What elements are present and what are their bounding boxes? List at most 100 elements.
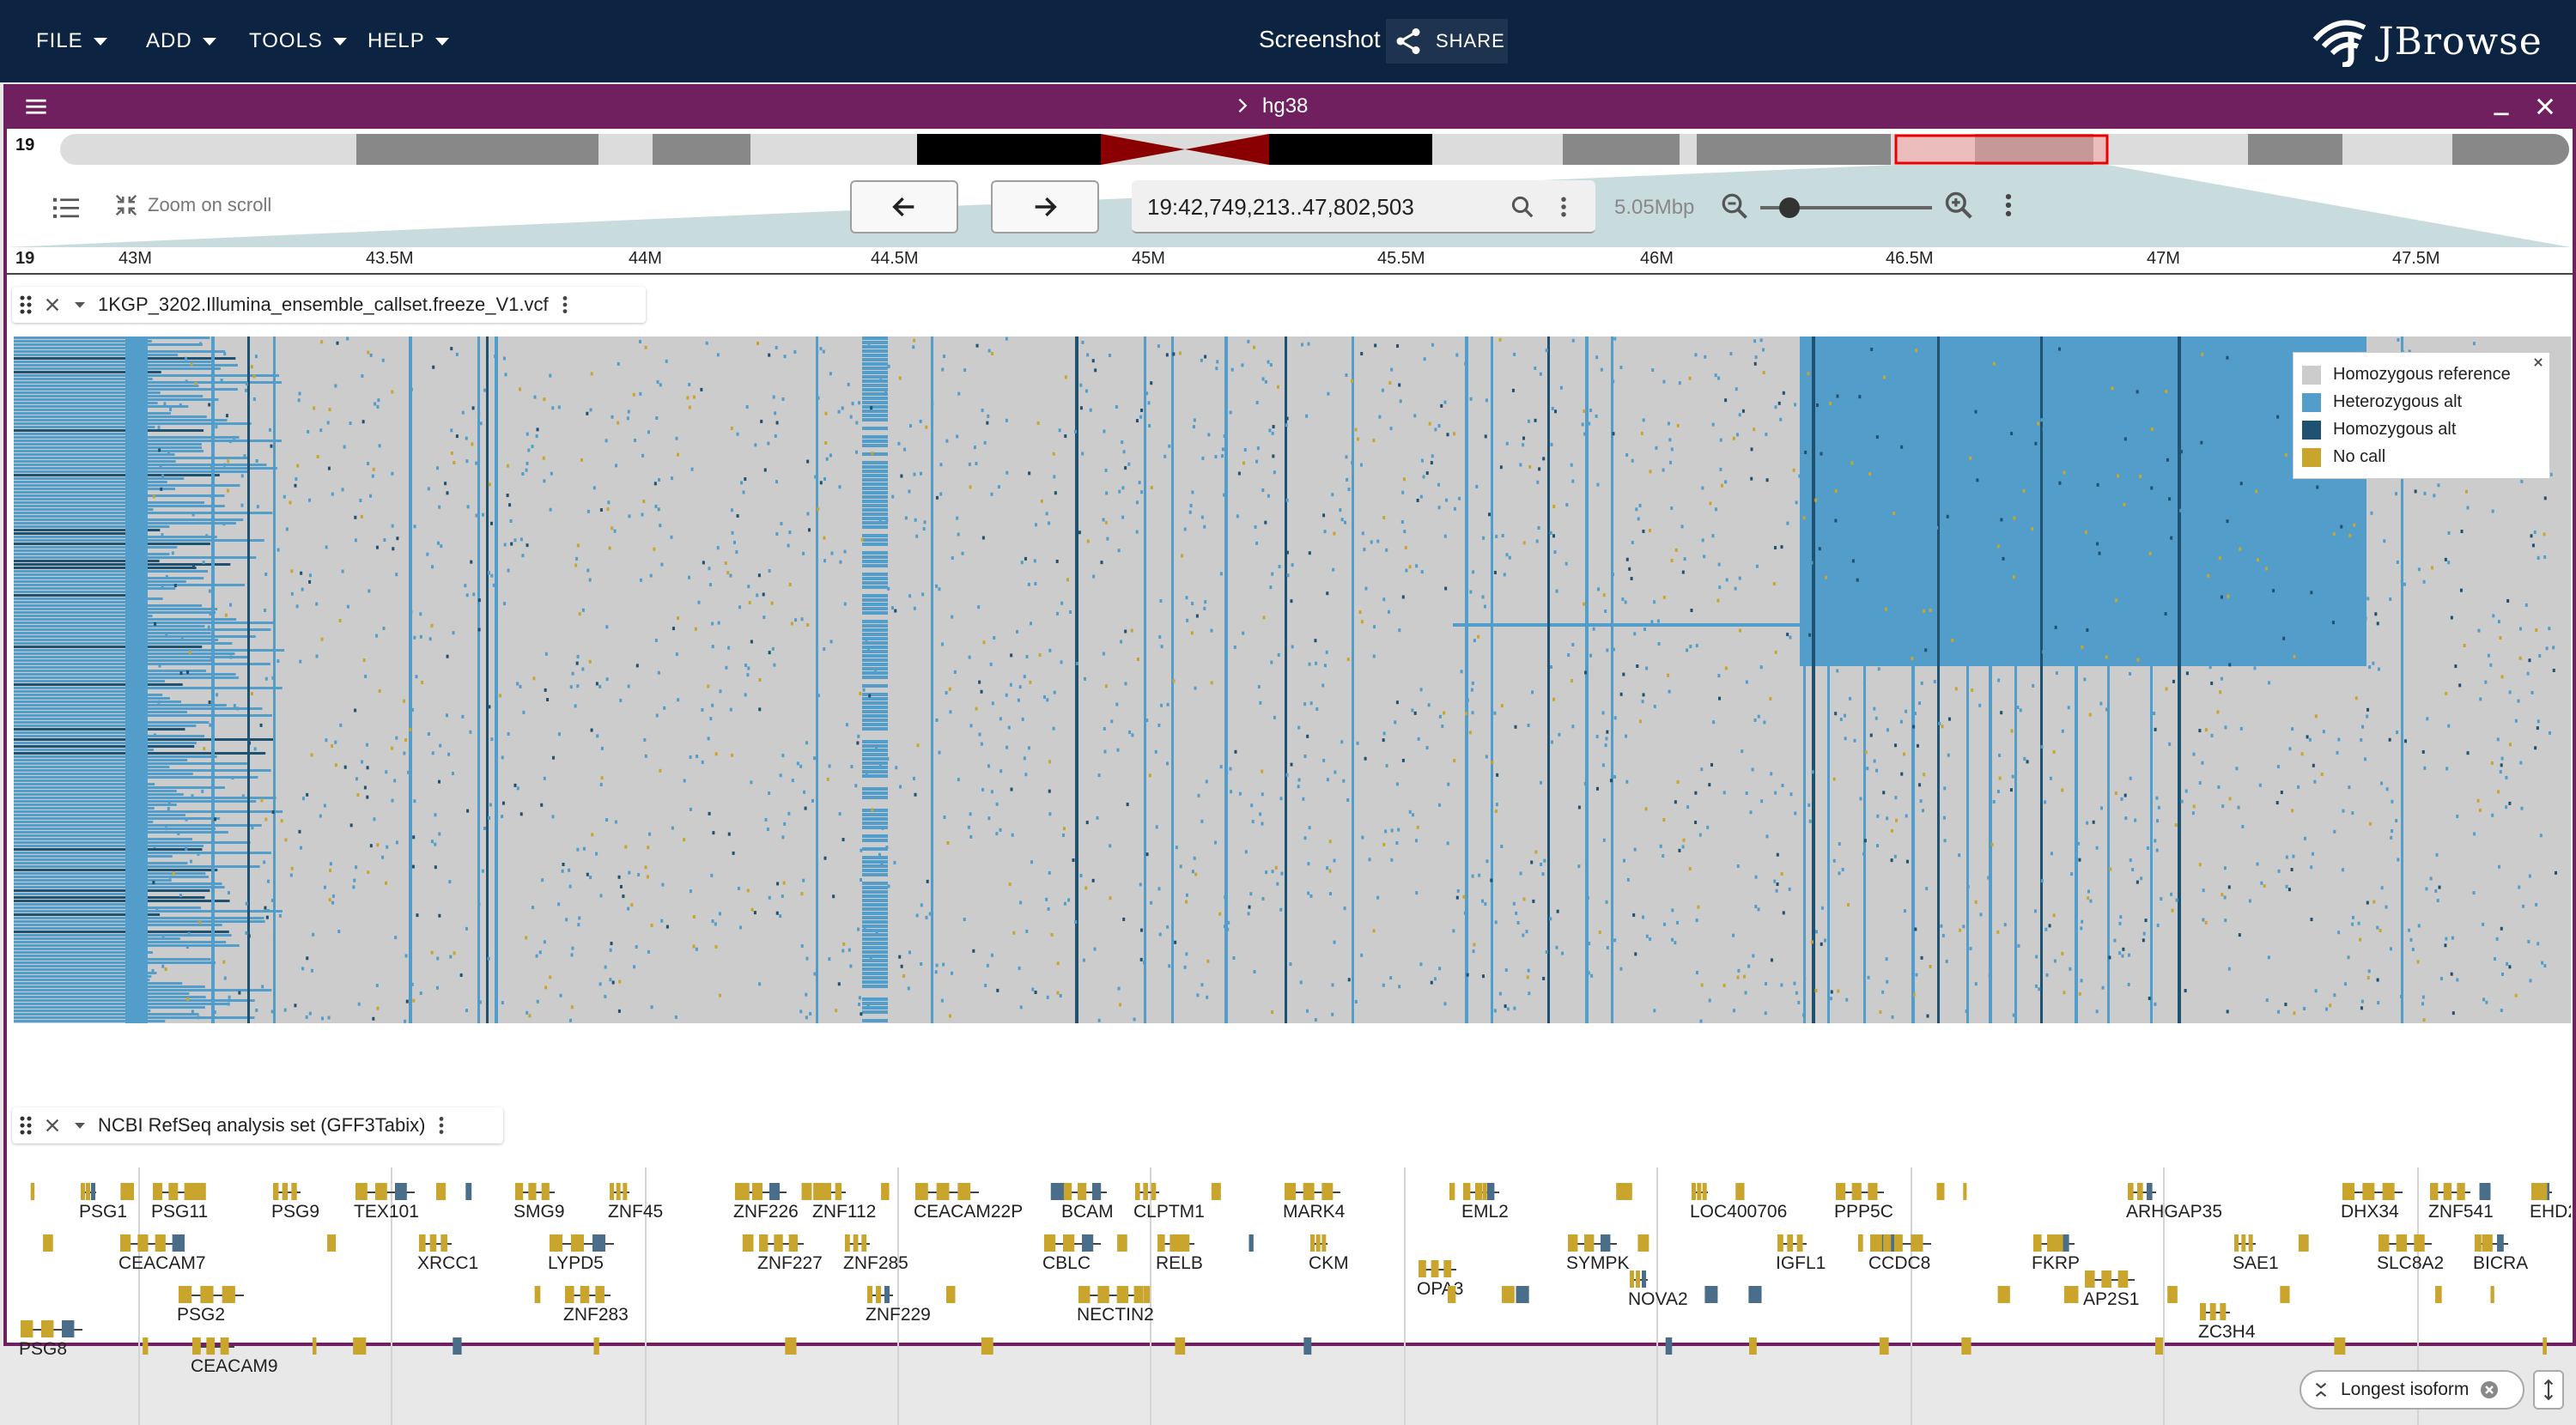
gene-exon[interactable] — [1443, 1260, 1452, 1277]
gene-label[interactable]: SMG9 — [513, 1202, 565, 1222]
search-icon[interactable] — [1510, 194, 1535, 220]
gene-exon[interactable] — [1665, 1337, 1673, 1355]
menu-add[interactable]: ADD — [146, 24, 216, 58]
gene-exon[interactable] — [571, 1234, 584, 1252]
gene-exon[interactable] — [41, 1320, 54, 1337]
gene-features[interactable]: PSG1 PSG11 PSG9 TEX101 SMG9 ZNF45 ZNF226 ZNF112… — [14, 1167, 2571, 1425]
gene-exon[interactable] — [1616, 1183, 1630, 1200]
gene-exon[interactable] — [1117, 1234, 1127, 1252]
drag-handle-icon[interactable] — [19, 1114, 33, 1137]
drag-handle-icon[interactable] — [19, 294, 33, 316]
zoom-on-scroll-toggle[interactable]: Zoom on scroll — [113, 192, 271, 218]
gene-exon[interactable] — [1838, 1183, 1845, 1200]
gene-exon[interactable] — [1482, 1183, 1487, 1200]
gene-exon[interactable] — [2435, 1286, 2442, 1303]
gene-exon[interactable] — [2280, 1286, 2290, 1303]
gene-exon[interactable] — [2396, 1234, 2408, 1252]
gene-exon[interactable] — [435, 1183, 447, 1200]
gene-label[interactable]: LOC400706 — [1690, 1202, 1787, 1222]
gene-exon[interactable] — [1170, 1234, 1177, 1252]
close-icon[interactable] — [2532, 356, 2544, 368]
gene-exon[interactable] — [853, 1234, 859, 1252]
gene-exon[interactable] — [1157, 1234, 1165, 1252]
gene-exon[interactable] — [595, 1286, 605, 1303]
gene-exon[interactable] — [592, 1234, 605, 1252]
gene-exon[interactable] — [1748, 1286, 1762, 1303]
track-height-toggle[interactable] — [2533, 1370, 2564, 1410]
minimize-icon[interactable] — [2490, 96, 2512, 118]
gene-exon[interactable] — [2033, 1234, 2042, 1252]
gene-exon[interactable] — [43, 1234, 53, 1252]
gene-exon[interactable] — [91, 1183, 95, 1200]
gene-exon[interactable] — [1078, 1183, 1087, 1200]
gene-exon[interactable] — [2430, 1183, 2439, 1200]
gene-exon[interactable] — [1143, 1183, 1148, 1200]
gene-exon[interactable] — [2063, 1286, 2070, 1303]
gene-exon[interactable] — [1870, 1234, 1883, 1252]
gene-label[interactable]: ZNF229 — [866, 1305, 931, 1325]
gene-exon[interactable] — [801, 1183, 812, 1200]
gene-exon[interactable] — [1516, 1286, 1529, 1303]
gene-exon[interactable] — [2362, 1183, 2375, 1200]
gene-label[interactable]: OPA3 — [1417, 1279, 1463, 1299]
gene-label[interactable]: PSG9 — [271, 1202, 319, 1222]
gene-exon[interactable] — [1961, 1337, 1971, 1355]
gene-exon[interactable] — [769, 1183, 780, 1200]
gene-exon[interactable] — [915, 1183, 928, 1200]
gene-exon[interactable] — [2117, 1270, 2129, 1288]
gene-exon[interactable] — [1321, 1183, 1334, 1200]
gene-exon[interactable] — [1431, 1260, 1439, 1277]
view-title[interactable]: hg38 — [1262, 94, 1308, 118]
gene-label[interactable]: RELB — [1156, 1253, 1203, 1273]
gene-exon[interactable] — [1063, 1234, 1075, 1252]
gene-exon[interactable] — [1630, 1270, 1634, 1288]
gene-exon[interactable] — [62, 1320, 75, 1337]
gene-exon[interactable] — [550, 1234, 562, 1252]
close-icon[interactable] — [43, 1116, 62, 1135]
gene-exon[interactable] — [440, 1234, 447, 1252]
gene-label[interactable]: PSG8 — [19, 1339, 67, 1359]
gene-exon[interactable] — [845, 1234, 850, 1252]
gene-exon[interactable] — [2443, 1183, 2452, 1200]
gene-exon[interactable] — [936, 1183, 950, 1200]
gene-label[interactable]: CEACAM22P — [914, 1202, 1023, 1222]
gene-label[interactable]: CCDC8 — [1868, 1253, 1930, 1273]
gene-exon[interactable] — [1063, 1183, 1072, 1200]
scale-bar[interactable]: 19 43M 43.5M 44M 44.5M 45M 45.5M 46M 46.… — [7, 247, 2573, 275]
gene-exon[interactable] — [1285, 1183, 1296, 1200]
gene-label[interactable]: NECTIN2 — [1077, 1305, 1154, 1325]
scroll-left-button[interactable] — [850, 180, 958, 233]
gene-exon[interactable] — [1151, 1183, 1157, 1200]
more-vert-icon[interactable] — [1556, 194, 1571, 220]
gene-exon[interactable] — [2167, 1286, 2178, 1303]
gene-exon[interactable] — [623, 1183, 628, 1200]
gene-exon[interactable] — [790, 1337, 795, 1355]
gene-label[interactable]: EHD2 — [2530, 1202, 2571, 1222]
gene-exon[interactable] — [1419, 1260, 1426, 1277]
scroll-right-button[interactable] — [991, 180, 1099, 233]
gene-exon[interactable] — [2457, 1183, 2465, 1200]
gene-exon[interactable] — [2209, 1303, 2216, 1320]
gene-exon[interactable] — [2497, 1234, 2504, 1252]
zoom-out-icon[interactable] — [1719, 191, 1750, 221]
gene-exon[interactable] — [1879, 1337, 1889, 1355]
gene-exon[interactable] — [1501, 1286, 1515, 1303]
gene-exon[interactable] — [172, 1234, 185, 1252]
gene-exon[interactable] — [179, 1286, 192, 1303]
gene-label[interactable]: IGFL1 — [1776, 1253, 1826, 1273]
gene-exon[interactable] — [327, 1234, 337, 1252]
more-vert-icon[interactable] — [437, 1114, 446, 1137]
gene-exon[interactable] — [1116, 1286, 1129, 1303]
gene-exon[interactable] — [1135, 1183, 1140, 1200]
gene-label[interactable]: SLC8A2 — [2377, 1253, 2444, 1273]
gene-exon[interactable] — [1702, 1183, 1707, 1200]
chevron-right-icon[interactable] — [1233, 96, 1252, 115]
zoom-in-icon[interactable] — [1942, 189, 1975, 221]
gene-label[interactable]: LYPD5 — [548, 1253, 604, 1273]
gene-exon[interactable] — [1044, 1234, 1056, 1252]
gene-exon[interactable] — [1704, 1286, 1718, 1303]
gene-exon[interactable] — [2154, 1337, 2164, 1355]
gene-exon[interactable] — [2298, 1234, 2309, 1252]
gene-label[interactable]: PSG1 — [79, 1202, 127, 1222]
gene-exon[interactable] — [1211, 1183, 1221, 1200]
